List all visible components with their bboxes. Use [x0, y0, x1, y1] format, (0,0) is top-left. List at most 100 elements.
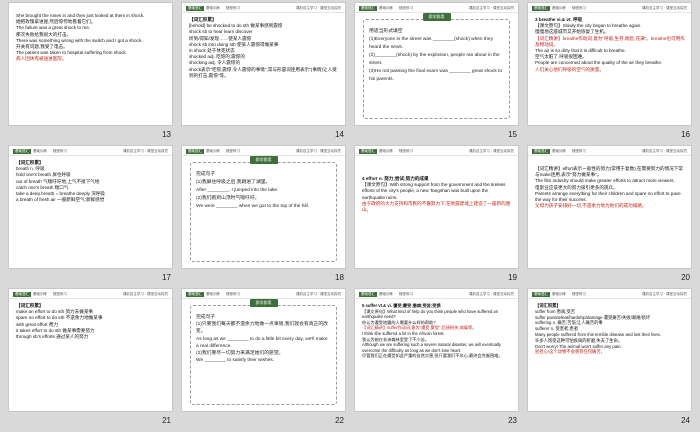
slide-cell-24[interactable]: 基础语汇 基础训练 随堂练习 课前自主学习 · 课堂互动探究 【词汇积累】 su…: [523, 288, 696, 431]
header-right: 课前自主学习 · 课堂互动探究: [295, 292, 341, 296]
header-right: 课前自主学习 · 课堂互动探究: [295, 6, 341, 10]
slide-cell-20[interactable]: 基础语汇 基础训练 随堂练习 课前自主学习 · 课堂互动探究 【词汇精讲】eff…: [523, 145, 696, 288]
header-right: 课前自主学习 · 课堂互动探究: [122, 292, 168, 296]
slide-cell-22[interactable]: 基础语汇 基础训练 随堂练习 课前自主学习 · 课堂互动探究 完成句子 (1)只…: [177, 288, 350, 431]
header-tab: 基础训练: [206, 292, 220, 296]
exercise-item: (1)只要我们每天都不遗余力地做一点事情,我们就会有真正的改变。: [196, 322, 328, 335]
header-tab: 基础训练: [206, 149, 220, 153]
header-right: 课前自主学习 · 课堂互动探究: [295, 149, 341, 153]
header-tag: 基础语汇: [13, 149, 31, 154]
text-line: 【课文原句】With strong support from the gover…: [362, 182, 506, 200]
slide-cell-21[interactable]: 基础语汇 基础训练 随堂练习 课前自主学习 · 课堂互动探究 【词汇积累】 ma…: [4, 288, 177, 431]
slide-thumbnail[interactable]: 基础语汇 基础训练 随堂练习 课前自主学习 · 课堂互动探究 用适当形式填空 (…: [354, 2, 519, 126]
header-tag: 基础语汇: [186, 292, 204, 297]
slide-header: 基础语汇 基础训练 随堂练习 课前自主学习 · 课堂互动探究: [528, 289, 691, 299]
slide-header: 基础语汇 基础训练 随堂练习 课前自主学习 · 课堂互动探究: [355, 289, 518, 299]
header-tab: 随堂练习: [572, 6, 586, 10]
exercise-item: We ________ to satisfy their wishes.: [196, 358, 275, 364]
slide-thumbnail[interactable]: 基础语汇 基础训练 随堂练习 课前自主学习 · 课堂互动探究 完成句子 (1)只…: [181, 288, 346, 412]
slide-cell-18[interactable]: 基础语汇 基础训练 随堂练习 课前自主学习 · 课堂互动探究 完成句子 (1)我…: [177, 145, 350, 288]
slide-thumbnail[interactable]: 基础语汇 基础训练 随堂练习 课前自主学习 · 课堂互动探究 【词汇积累】 [b…: [181, 2, 346, 126]
slide-thumbnail[interactable]: 基础语汇 基础训练 随堂练习 课前自主学习 · 课堂互动探究 4 effort …: [354, 145, 519, 269]
slide-number: 15: [508, 130, 517, 139]
slide-header: 基础语汇 基础训练 随堂练习 课前自主学习 · 课堂互动探究: [528, 3, 691, 13]
exercise-box: 用适当形式填空 (1)Everyone in the street was __…: [363, 19, 510, 119]
slide-thumbnail[interactable]: 基础语汇 基础训练 随堂练习 课前自主学习 · 课堂互动探究 3 breathe…: [527, 2, 692, 126]
slide-thumbnail[interactable]: 基础语汇 基础训练 随堂练习 课前自主学习 · 课堂互动探究 【词汇积累】 br…: [8, 145, 173, 269]
text-line: through sb's efforts 通过某人的努力: [16, 334, 89, 340]
header-tab: 基础训练: [552, 292, 566, 296]
slide-thumbnail[interactable]: 基础语汇 基础训练 随堂练习 课前自主学习 · 课堂互动探究 【词汇积累】 su…: [527, 288, 692, 412]
header-tag: 基础语汇: [359, 292, 377, 297]
exercise-item: (1)我屏住呼吸之后,我跳进了湖里。: [196, 180, 271, 185]
slide-number: 21: [162, 416, 171, 425]
slide-number: 24: [681, 416, 690, 425]
text-line: 【词汇精讲】effort表示一般性的努力(常用于复数),在需要努力的情况下常与m…: [535, 166, 683, 178]
slide-thumbnail[interactable]: 基础语汇 基础训练 随堂练习 课前自主学习 · 课堂互动探究 5 suffer …: [354, 288, 519, 412]
header-tag: 基础语汇: [13, 292, 31, 297]
exercise-item: (3)He not passing the final exam was ___…: [369, 69, 503, 82]
text-line: Although we are suffering such a severe …: [362, 342, 501, 353]
slide-number: 16: [681, 130, 690, 139]
slide-number: 22: [335, 416, 344, 425]
exercise-item: (2)________(shock) by the explosion, peo…: [369, 53, 500, 66]
header-tab: 随堂练习: [572, 149, 586, 153]
header-tab: 随堂练习: [226, 149, 240, 153]
header-tag: 基础语汇: [532, 6, 550, 11]
slide-cell-15[interactable]: 基础语汇 基础训练 随堂练习 课前自主学习 · 课堂互动探究 用适当形式填空 (…: [350, 2, 523, 145]
text-line: 病人因休克被送进医院。: [16, 56, 67, 62]
header-tag: 基础语汇: [532, 149, 550, 154]
slide-number: 23: [508, 416, 517, 425]
slide-thumbnail[interactable]: 基础语汇 基础训练 随堂练习 课前自主学习 · 课堂互动探究 完成句子 (1)我…: [181, 145, 346, 269]
text-line: 人们关心他们呼吸的空气的质量。: [535, 66, 604, 72]
header-right: 课前自主学习 · 课堂互动探究: [468, 149, 514, 153]
slide-grid: She brought the roses in and then just l…: [4, 2, 696, 430]
text-line: 父母为孩子安排好一切,不遗余力地为他们的成功铺路。: [535, 203, 647, 209]
exercise-item: As long as we ________ to do a little bi…: [196, 336, 328, 349]
header-tag: 基础语汇: [532, 292, 550, 297]
header-tab: 基础训练: [552, 6, 566, 10]
exercise-box: 完成句子 (1)我屏住呼吸之后,我跳进了湖里。 After ________, …: [190, 162, 337, 262]
slide-cell-19[interactable]: 基础语汇 基础训练 随堂练习 课前自主学习 · 课堂互动探究 4 effort …: [350, 145, 523, 288]
exercise-item: (2)我们要尽一切努力来满足她们的愿望。: [196, 351, 284, 357]
exercise-item: We were ________ when we got to the top …: [196, 204, 309, 209]
header-tab: 基础训练: [33, 292, 47, 296]
slide-header: 基础语汇 基础训练 随堂练习 课前自主学习 · 课堂互动探究: [9, 146, 172, 156]
practice-banner: 即学即用: [249, 299, 278, 307]
header-tab: 基础训练: [379, 6, 393, 10]
slide-number: 17: [162, 273, 171, 282]
exercise-box: 完成句子 (1)只要我们每天都不遗余力地做一点事情,我们就会有真正的改变。 As…: [190, 305, 337, 405]
slide-cell-13[interactable]: She brought the roses in and then just l…: [4, 2, 177, 145]
slide-number: 20: [681, 273, 690, 282]
text-line: 【课文原句】What kind of help do you think peo…: [362, 308, 499, 320]
slide-thumbnail[interactable]: 基础语汇 基础训练 随堂练习 课前自主学习 · 课堂互动探究 【词汇精讲】eff…: [527, 145, 692, 269]
slide-header: 基础语汇 基础训练 随堂练习 课前自主学习 · 课堂互动探究: [528, 146, 691, 156]
practice-banner: 即学即用: [422, 13, 451, 21]
slide-thumbnail[interactable]: 基础语汇 基础训练 随堂练习 课前自主学习 · 课堂互动探究 【词汇积累】 ma…: [8, 288, 173, 412]
slide-cell-16[interactable]: 基础语汇 基础训练 随堂练习 课前自主学习 · 课堂互动探究 3 breathe…: [523, 2, 696, 145]
slide-cell-17[interactable]: 基础语汇 基础训练 随堂练习 课前自主学习 · 课堂互动探究 【词汇积累】 br…: [4, 145, 177, 288]
slide-cell-23[interactable]: 基础语汇 基础训练 随堂练习 课前自主学习 · 课堂互动探究 5 suffer …: [350, 288, 523, 431]
header-tab: 基础训练: [552, 149, 566, 153]
note-text: shock表示"吃惊,震惊,令人震惊的事情",常与形容词连用表示"(事情)让人受…: [189, 66, 337, 78]
exercise-item: After ________, I jumped into the lake.: [196, 188, 279, 193]
text-line: The film industry should make greater ef…: [535, 178, 675, 184]
header-tab: 基础训练: [379, 149, 393, 153]
text-line: 尽管我们正在遭受如此严重的自然灾害,但只要我们不灰心,最终会克服困难。: [362, 353, 503, 359]
header-right: 课前自主学习 · 课堂互动探究: [468, 6, 514, 10]
text-line: 【词汇精讲】breathe作动词,意为"呼吸,生存,喘息,充满"。breathe…: [535, 35, 685, 47]
header-tab: 基础训练: [33, 149, 47, 153]
header-tab: 随堂练习: [399, 6, 413, 10]
exercise-item: (1)Everyone in the street was ________(s…: [369, 37, 493, 50]
header-tag: 基础语汇: [359, 6, 377, 11]
slide-thumbnail[interactable]: She brought the roses in and then just l…: [8, 2, 173, 126]
header-right: 课前自主学习 · 课堂互动探究: [641, 292, 687, 296]
header-tag: 基础语汇: [186, 149, 204, 154]
slide-cell-14[interactable]: 基础语汇 基础训练 随堂练习 课前自主学习 · 课堂互动探究 【词汇积累】 [b…: [177, 2, 350, 145]
header-tab: 随堂练习: [53, 149, 67, 153]
header-tab: 随堂练习: [226, 292, 240, 296]
header-tab: 基础训练: [379, 292, 393, 296]
exercise-title: 完成句子: [196, 315, 216, 320]
slide-number: 13: [162, 130, 171, 139]
text-line: 别担心!这个动物不会感到任何痛苦。: [535, 349, 605, 355]
